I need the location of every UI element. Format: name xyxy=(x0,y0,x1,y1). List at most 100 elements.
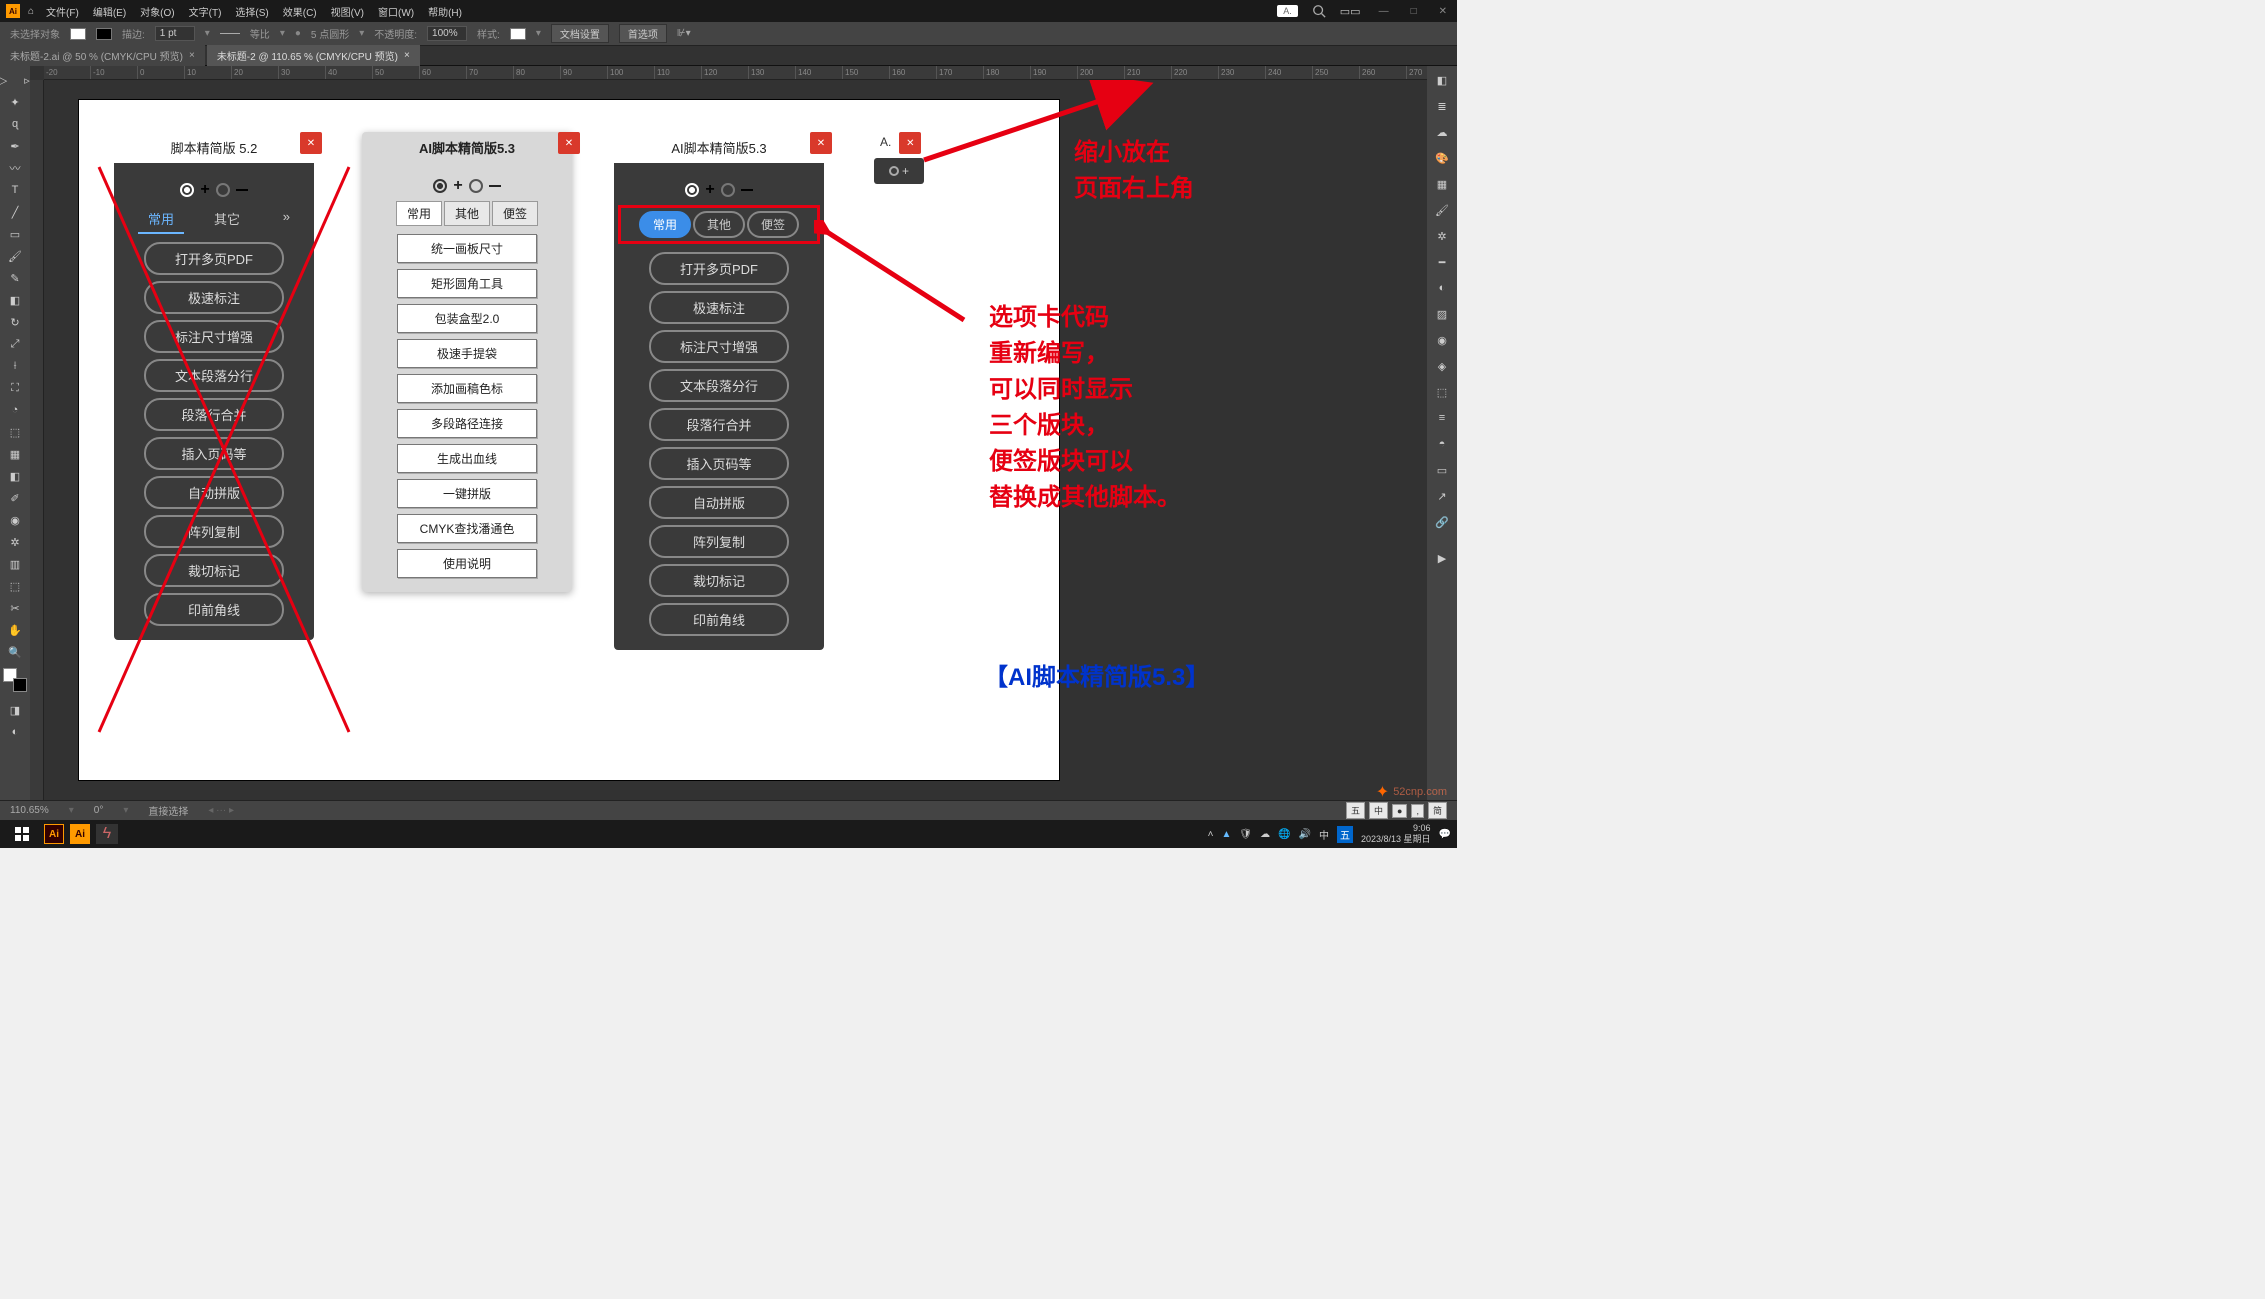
tab-other[interactable]: 其他 xyxy=(693,211,745,238)
free-transform-tool[interactable]: ⛶ xyxy=(3,378,27,398)
eyedropper-tool[interactable]: ✐ xyxy=(3,488,27,508)
shaper-tool[interactable]: ✎ xyxy=(3,268,27,288)
zoom-tool[interactable]: 🔍 xyxy=(3,642,27,662)
taskbar-ai-1[interactable]: Ai xyxy=(44,824,64,844)
plus-icon[interactable]: + xyxy=(902,164,909,178)
ime-chip[interactable]: 五 xyxy=(1346,802,1365,819)
gradient-panel-icon[interactable]: ◐ xyxy=(1430,278,1454,298)
script-button[interactable]: 极速标注 xyxy=(144,281,284,314)
workspace-icon[interactable]: ▭▭ xyxy=(1340,5,1361,18)
radio-on-icon[interactable] xyxy=(433,179,447,193)
stroke-width-input[interactable] xyxy=(155,26,195,41)
properties-panel-icon[interactable]: ◧ xyxy=(1430,70,1454,90)
script-button[interactable]: 裁切标记 xyxy=(649,564,789,597)
stroke-panel-icon[interactable]: ━ xyxy=(1430,252,1454,272)
eraser-tool[interactable]: ◧ xyxy=(3,290,27,310)
fill-swatch[interactable] xyxy=(70,28,86,40)
script-button[interactable]: 极速标注 xyxy=(649,291,789,324)
script-button[interactable]: 一键拼版 xyxy=(397,479,537,508)
script-button[interactable]: 自动拼版 xyxy=(144,476,284,509)
script-button[interactable]: 包装盒型2.0 xyxy=(397,304,537,333)
close-panel-button[interactable]: ✕ xyxy=(300,132,322,154)
radio-icon[interactable] xyxy=(889,166,899,176)
plus-icon[interactable]: + xyxy=(705,181,714,199)
lasso-tool[interactable]: ɋ xyxy=(3,114,27,134)
graphic-styles-panel-icon[interactable]: ◈ xyxy=(1430,356,1454,376)
uniform-label[interactable]: 等比 xyxy=(250,26,270,41)
pen-tool[interactable]: ✒ xyxy=(3,136,27,156)
taskbar-app[interactable]: ϟ xyxy=(96,824,118,844)
script-button[interactable]: 阵列复制 xyxy=(649,525,789,558)
script-button[interactable]: 打开多页PDF xyxy=(144,242,284,275)
ime-chip[interactable]: , xyxy=(1411,804,1424,818)
layers-panel-icon[interactable]: ≣ xyxy=(1430,96,1454,116)
type-tool[interactable]: T xyxy=(3,180,27,200)
pathfinder-panel-icon[interactable]: ◓ xyxy=(1430,434,1454,454)
minus-icon[interactable] xyxy=(236,189,248,191)
script-button[interactable]: 矩形圆角工具 xyxy=(397,269,537,298)
tab-other[interactable]: 其他 xyxy=(444,201,490,226)
tab-other[interactable]: 其它 xyxy=(204,205,250,234)
brush-label[interactable]: 5 点圆形 xyxy=(311,26,349,41)
radio-off-icon[interactable] xyxy=(469,179,483,193)
tray-notifications-icon[interactable]: 💬 xyxy=(1439,829,1451,840)
tab-common[interactable]: 常用 xyxy=(138,205,184,234)
artboard-tool[interactable]: ⬚ xyxy=(3,576,27,596)
shape-builder-tool[interactable]: ◔ xyxy=(3,400,27,420)
blend-tool[interactable]: ◉ xyxy=(3,510,27,530)
scale-tool[interactable]: ⤢ xyxy=(3,334,27,354)
graph-tool[interactable]: ▥ xyxy=(3,554,27,574)
selection-tool[interactable]: ▷ xyxy=(0,70,15,90)
radio-on-icon[interactable] xyxy=(180,183,194,197)
ime-chip[interactable]: ● xyxy=(1392,804,1407,818)
close-panel-button[interactable]: ✕ xyxy=(899,132,921,154)
taskbar-ai-2[interactable]: Ai xyxy=(70,824,90,844)
asset-export-panel-icon[interactable]: ↗ xyxy=(1430,486,1454,506)
symbol-sprayer-tool[interactable]: ✲ xyxy=(3,532,27,552)
tray-ime-icon[interactable]: 五 xyxy=(1337,826,1353,843)
tab-notes[interactable]: 便签 xyxy=(747,211,799,238)
appearance-panel-icon[interactable]: ◉ xyxy=(1430,330,1454,350)
script-button[interactable]: 印前角线 xyxy=(144,593,284,626)
libraries-panel-icon[interactable]: ☁ xyxy=(1430,122,1454,142)
maximize-button[interactable]: □ xyxy=(1407,6,1421,17)
doc-setup-button[interactable]: 文档设置 xyxy=(551,24,609,43)
zoom-level[interactable]: 110.65% xyxy=(10,805,49,816)
tab-common[interactable]: 常用 xyxy=(639,211,691,238)
doc-tab-1[interactable]: 未标题-2.ai @ 50 % (CMYK/CPU 预览) × xyxy=(0,45,205,66)
doc-tab-2[interactable]: 未标题-2 @ 110.65 % (CMYK/CPU 预览) × xyxy=(207,45,420,66)
play-icon[interactable]: ▶ xyxy=(1430,548,1454,568)
script-button[interactable]: 统一画板尺寸 xyxy=(397,234,537,263)
brush-tool[interactable]: 🖌 xyxy=(3,246,27,266)
background-color[interactable] xyxy=(13,678,27,692)
menu-type[interactable]: 文字(T) xyxy=(189,4,222,19)
script-button[interactable]: 文本段落分行 xyxy=(649,369,789,402)
menu-select[interactable]: 选择(S) xyxy=(235,4,268,19)
tray-volume-icon[interactable]: 🔊 xyxy=(1299,829,1311,840)
color-panel-icon[interactable]: 🎨 xyxy=(1430,148,1454,168)
script-button[interactable]: 极速手提袋 xyxy=(397,339,537,368)
magic-wand-tool[interactable]: ✦ xyxy=(3,92,27,112)
start-button[interactable] xyxy=(6,822,38,846)
script-button[interactable]: 插入页码等 xyxy=(144,437,284,470)
tray-icon[interactable]: 🛡 xyxy=(1239,829,1252,840)
plus-icon[interactable]: + xyxy=(200,181,209,199)
menu-effect[interactable]: 效果(C) xyxy=(283,4,317,19)
links-panel-icon[interactable]: 🔗 xyxy=(1430,512,1454,532)
mini-panel-top[interactable]: A. xyxy=(1277,5,1298,17)
script-button[interactable]: 使用说明 xyxy=(397,549,537,578)
ime-chip[interactable]: 简 xyxy=(1428,802,1447,819)
script-button[interactable]: 阵列复制 xyxy=(144,515,284,548)
line-tool[interactable]: ╱ xyxy=(3,202,27,222)
close-panel-button[interactable]: ✕ xyxy=(558,132,580,154)
canvas[interactable]: 脚本精简版 5.2 ✕ + 常用 其它 » xyxy=(44,80,1427,800)
script-button[interactable]: 标注尺寸增强 xyxy=(144,320,284,353)
close-tab-icon[interactable]: × xyxy=(404,50,410,61)
clock[interactable]: 9:06 2023/8/13 星期日 xyxy=(1361,823,1431,845)
minimize-button[interactable]: — xyxy=(1375,6,1393,17)
tray-icon[interactable]: ▲ xyxy=(1221,829,1231,840)
ime-chip[interactable]: 中 xyxy=(1369,802,1388,819)
artboards-panel-icon[interactable]: ▭ xyxy=(1430,460,1454,480)
hand-tool[interactable]: ✋ xyxy=(3,620,27,640)
menu-object[interactable]: 对象(O) xyxy=(140,4,174,19)
